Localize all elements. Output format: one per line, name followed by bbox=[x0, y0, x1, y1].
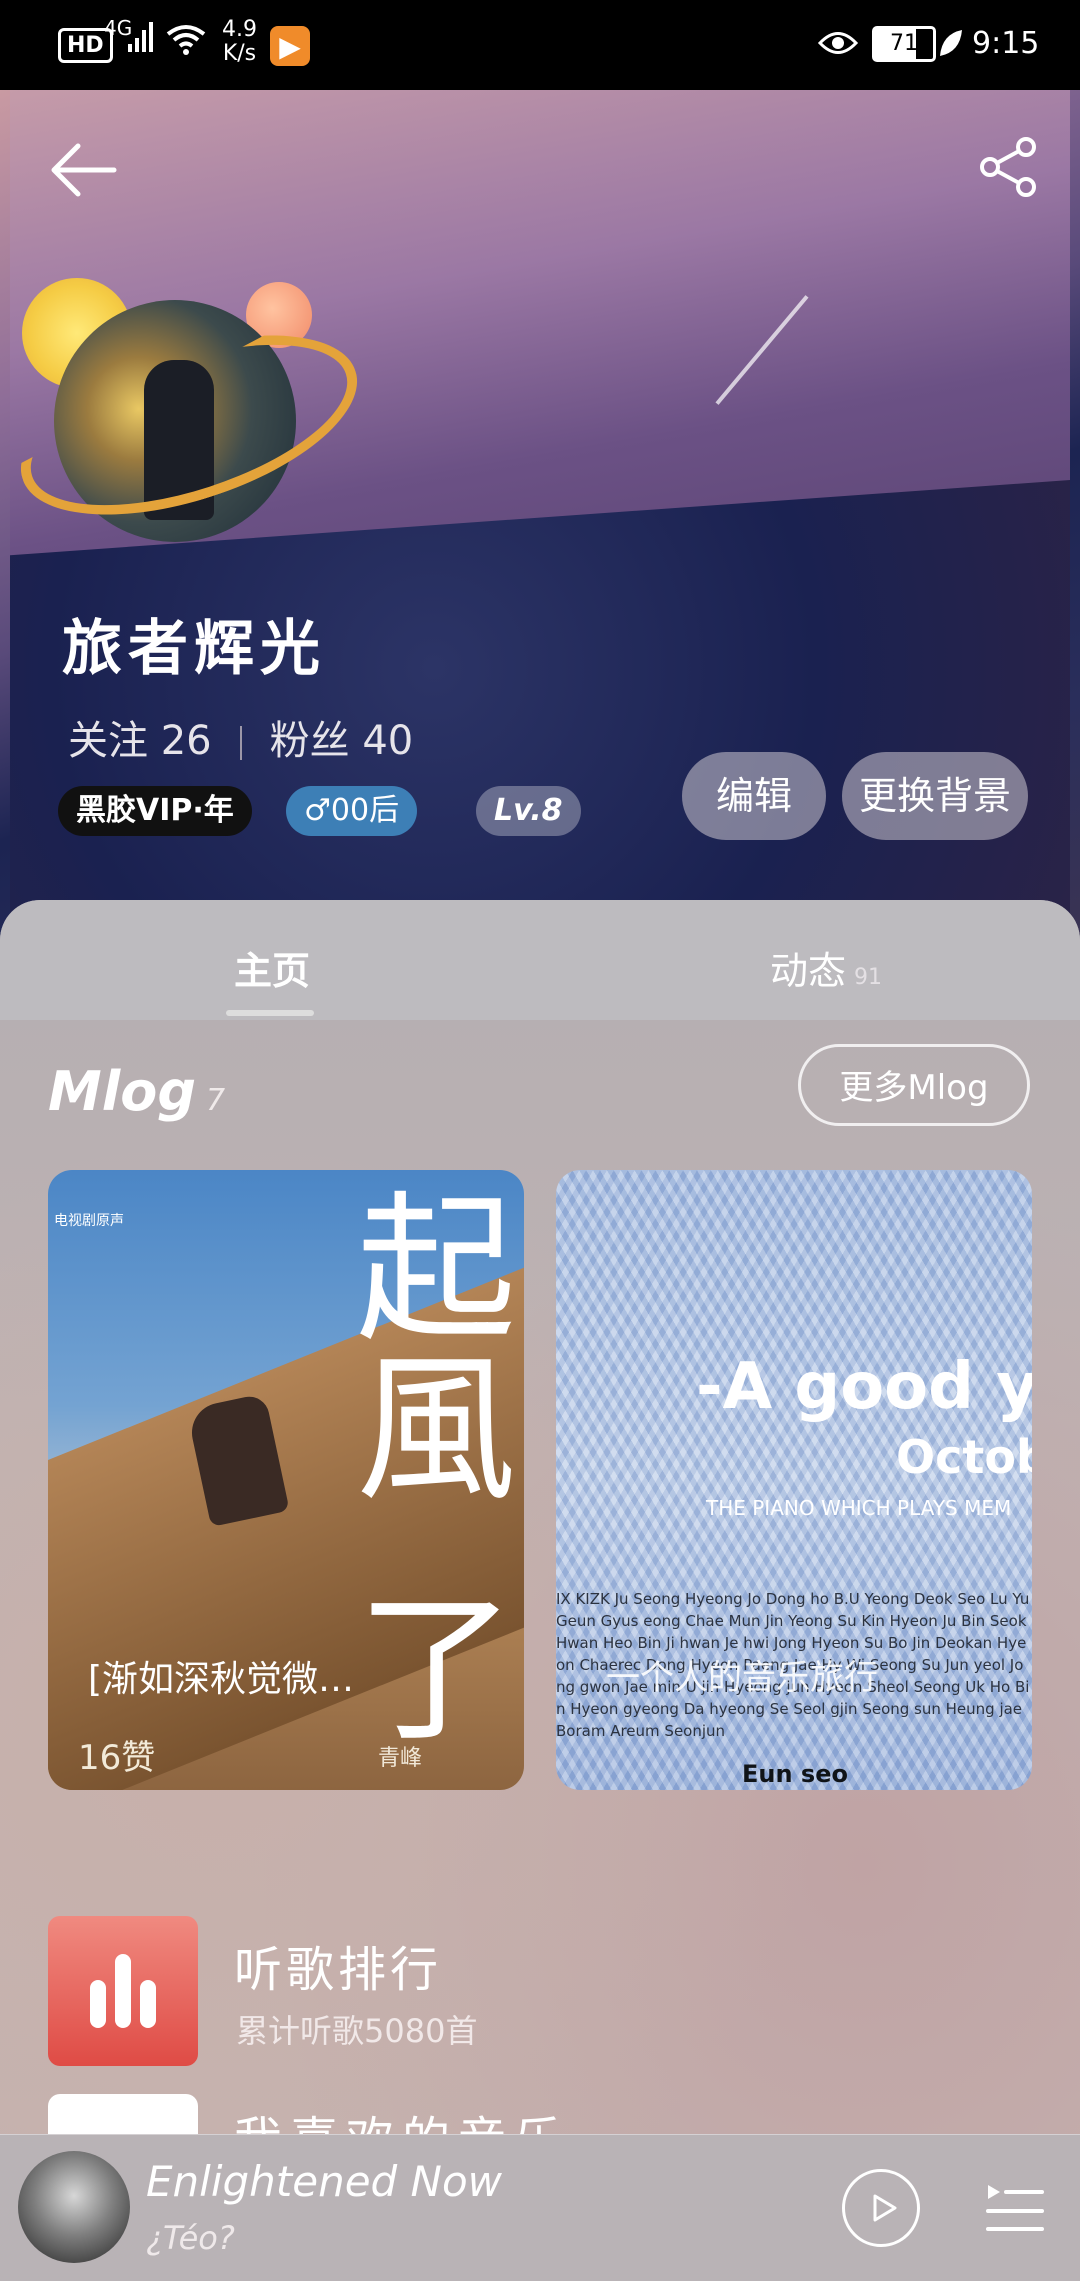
mini-player[interactable]: Enlightened Now ¿Téo? bbox=[0, 2134, 1080, 2281]
tab-active-indicator bbox=[226, 1010, 314, 1016]
mlog-likes: 16赞 bbox=[78, 1738, 156, 1778]
change-background-button[interactable]: 更换背景 bbox=[842, 752, 1028, 840]
mlog-card[interactable]: 电视剧原声 起 風 了 [渐如深秋觉微… 16赞 青峰 bbox=[48, 1170, 524, 1790]
following-stat[interactable]: 关注 26 bbox=[68, 718, 212, 764]
gender-age-badge[interactable]: ♂00后 bbox=[286, 786, 418, 836]
tab-feed[interactable]: 动态 91 bbox=[770, 940, 882, 995]
card-headline: -A good yea bbox=[696, 1350, 1032, 1424]
card-overlay-text: 一个人的音乐旅行 bbox=[606, 1658, 878, 1698]
user-name: 旅者辉光 bbox=[62, 614, 326, 684]
signal-icon bbox=[128, 20, 156, 61]
mlog-caption: [渐如深秋觉微… bbox=[88, 1659, 355, 1700]
clock: 9:15 bbox=[972, 26, 1040, 61]
level-badge[interactable]: Lv.8 bbox=[476, 786, 581, 836]
card-big-char: 了 bbox=[355, 1576, 516, 1763]
mlog-section-title: Mlog 7 bbox=[48, 1060, 226, 1123]
card-big-char: 風 bbox=[355, 1336, 516, 1523]
card-subline: THE PIANO WHICH PLAYS MEM bbox=[706, 1496, 1012, 1520]
tab-home[interactable]: 主页 bbox=[234, 940, 310, 995]
player-song-title: Enlightened Now bbox=[146, 2157, 503, 2206]
play-button[interactable] bbox=[842, 2169, 920, 2247]
listen-rank-title[interactable]: 听歌排行 bbox=[234, 1930, 442, 2000]
back-arrow-icon[interactable] bbox=[48, 140, 118, 200]
profile-cover[interactable]: 旅者辉光 关注 26 粉丝 40 黑胶VIP·年 ♂00后 Lv.8 编辑 更换背… bbox=[0, 90, 1080, 950]
player-artist: ¿Téo? bbox=[146, 2219, 235, 2257]
vip-badge[interactable]: 黑胶VIP·年 bbox=[58, 786, 252, 836]
followers-stat[interactable]: 粉丝 40 bbox=[270, 718, 414, 764]
share-icon[interactable] bbox=[976, 135, 1040, 199]
leaf-icon bbox=[938, 28, 964, 65]
playlist-icon[interactable] bbox=[984, 2175, 1046, 2239]
card-month: Octob bbox=[896, 1430, 1032, 1484]
card-corner-text: 电视剧原声 bbox=[54, 1213, 124, 1229]
wifi-icon bbox=[166, 22, 206, 63]
edit-profile-button[interactable]: 编辑 bbox=[682, 752, 826, 840]
card-bottom-text: Eun seo bbox=[742, 1760, 848, 1788]
eye-comfort-icon bbox=[817, 28, 859, 65]
more-mlog-button[interactable]: 更多Mlog bbox=[798, 1044, 1030, 1126]
status-bar: HD 4G 4.9 K/s ▶ 71 9:15 bbox=[0, 0, 1080, 90]
tab-bar bbox=[0, 900, 1080, 1020]
player-album-art[interactable] bbox=[18, 2151, 130, 2263]
follow-stats: 关注 26 粉丝 40 bbox=[68, 708, 413, 766]
mlog-card[interactable]: -A good yea Octob THE PIANO WHICH PLAYS … bbox=[556, 1170, 1032, 1790]
profile-content-sheet: 主页 动态 91 Mlog 7 更多Mlog 电视剧原声 起 風 了 [渐如深秋觉微… bbox=[0, 900, 1080, 2280]
card-singer: 青峰 bbox=[378, 1746, 423, 1771]
app-notification-icon: ▶ bbox=[270, 26, 310, 66]
card-big-char: 起 bbox=[355, 1176, 516, 1363]
battery-icon: 71 bbox=[872, 26, 936, 62]
net-speed: 4.9 K/s bbox=[222, 17, 257, 66]
listen-rank-subtitle: 累计听歌5080首 bbox=[236, 2012, 478, 2050]
listen-rank-icon[interactable] bbox=[48, 1916, 198, 2066]
